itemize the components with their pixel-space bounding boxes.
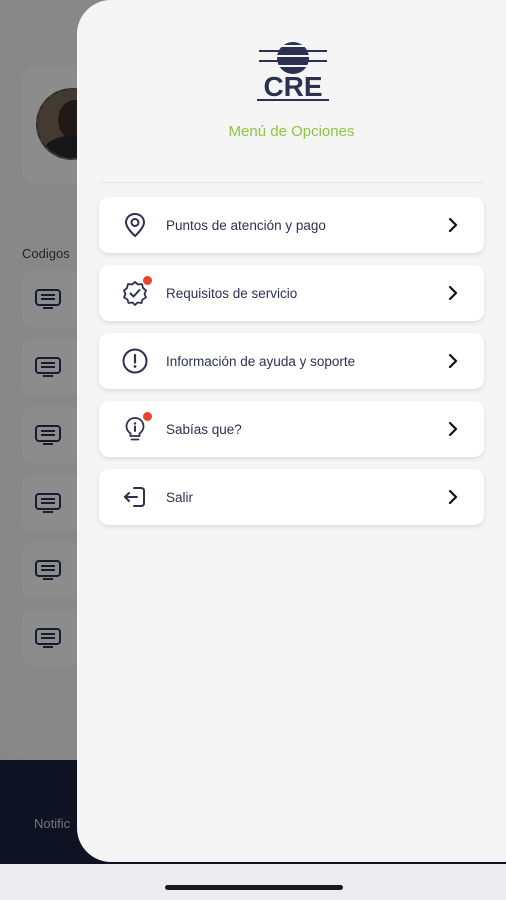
chevron-right-icon (446, 354, 460, 368)
menu-item-label: Sabías que? (166, 421, 242, 437)
cre-logo: CRE (253, 38, 333, 104)
location-pin-icon (120, 210, 150, 240)
drawer-title: Menú de Opciones (228, 123, 355, 140)
notification-dot (142, 275, 153, 286)
logout-icon (120, 482, 150, 512)
notification-dot (142, 411, 153, 422)
lightbulb-info-icon (120, 411, 153, 444)
menu-item-did-you-know[interactable]: Sabías que? (99, 401, 484, 457)
menu-item-label: Salir (166, 489, 194, 505)
info-exclamation-icon (120, 346, 150, 376)
menu-item-help-support[interactable]: Información de ayuda y soporte (99, 333, 484, 389)
chevron-right-icon (446, 490, 460, 504)
svg-text:CRE: CRE (263, 71, 322, 102)
divider (99, 182, 484, 183)
chevron-right-icon (446, 422, 460, 436)
menu-item-logout[interactable]: Salir (99, 469, 484, 525)
menu-item-label: Información de ayuda y soporte (166, 353, 356, 369)
menu-item-label: Requisitos de servicio (166, 285, 298, 301)
options-drawer: CRE Menú de Opciones Puntos de atención … (77, 0, 506, 862)
menu-item-service-points[interactable]: Puntos de atención y pago (99, 197, 484, 253)
chevron-right-icon (446, 286, 460, 300)
menu-item-service-requirements[interactable]: Requisitos de servicio (99, 265, 484, 321)
home-indicator[interactable] (165, 885, 343, 890)
menu-item-label: Puntos de atención y pago (166, 217, 326, 233)
verified-badge-icon (120, 275, 153, 308)
chevron-right-icon (446, 218, 460, 232)
system-bar (0, 864, 506, 900)
